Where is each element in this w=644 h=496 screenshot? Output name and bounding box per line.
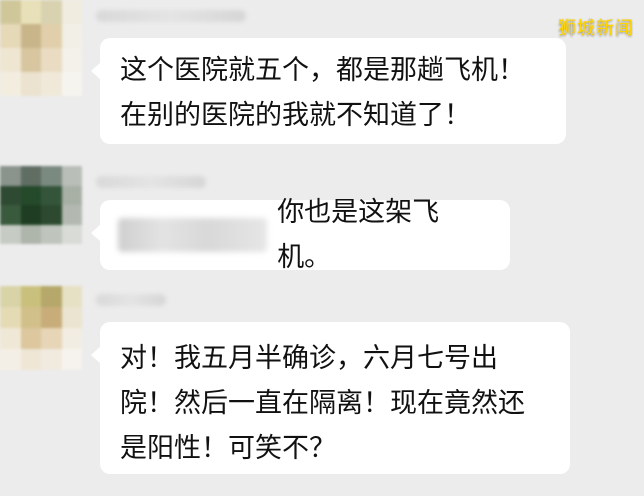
message-text: 你也是这架飞机。 bbox=[277, 197, 440, 273]
message-bubble[interactable]: 你也是这架飞机。 bbox=[91, 197, 510, 273]
sender-name-blurred bbox=[96, 10, 246, 22]
message-bubble[interactable]: 对！我五月半确诊，六月七号出 院！然后一直在隔离！现在竟然还 是阳性！可笑不？ bbox=[91, 322, 570, 474]
message-line: 这个医院就五个，都是那趟飞机！ bbox=[120, 55, 525, 86]
message-line: 是阳性！可笑不？ bbox=[120, 433, 336, 464]
message-line: 对！我五月半确诊，六月七号出 bbox=[120, 343, 498, 374]
mention-blurred bbox=[118, 218, 268, 252]
message-bubble[interactable]: 这个医院就五个，都是那趟飞机！ 在别的医院的我就不知道了！ bbox=[91, 38, 566, 144]
message-line: 院！然后一直在隔离！现在竟然还 bbox=[120, 388, 525, 419]
message-line: 在别的医院的我就不知道了！ bbox=[120, 100, 471, 131]
avatar-blurred[interactable] bbox=[0, 286, 82, 370]
avatar-blurred[interactable] bbox=[0, 0, 82, 96]
sender-name-blurred bbox=[96, 294, 166, 306]
sender-name-blurred bbox=[96, 176, 206, 188]
watermark-logo: 狮城新闻 bbox=[558, 18, 634, 39]
avatar-blurred[interactable] bbox=[0, 166, 82, 244]
